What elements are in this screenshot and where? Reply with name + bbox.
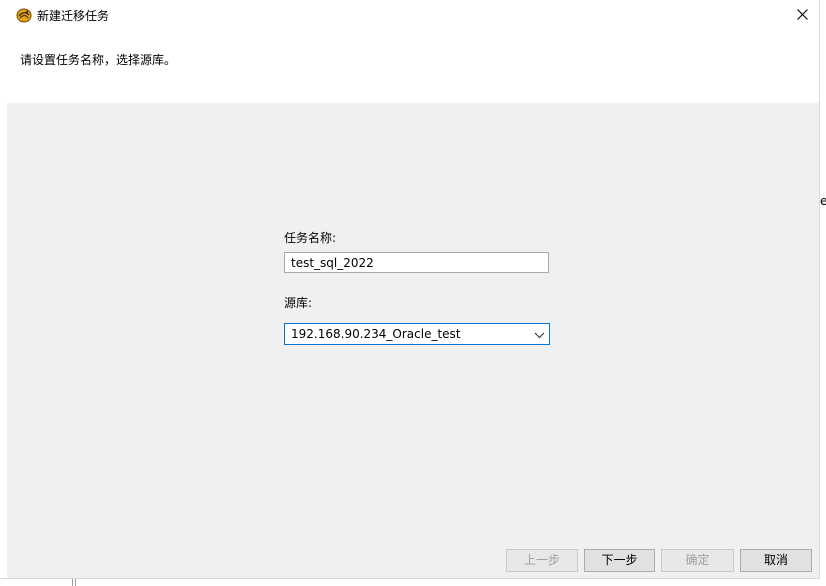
task-name-label: 任务名称:: [284, 231, 337, 245]
next-step-button[interactable]: 下一步: [584, 549, 655, 572]
title-bar[interactable]: 新建迁移任务: [0, 0, 819, 32]
source-db-label: 源库:: [284, 296, 313, 310]
close-icon: [797, 8, 808, 23]
instruction-text: 请设置任务名称，选择源库。: [20, 53, 177, 67]
prev-step-button[interactable]: 上一步: [506, 549, 578, 572]
ok-button[interactable]: 确定: [661, 549, 734, 572]
background-window-text: eS: [820, 194, 826, 208]
chevron-down-icon[interactable]: [534, 329, 545, 339]
task-name-input[interactable]: [284, 252, 549, 273]
dialog-header: 新建迁移任务 请设置任务名称，选择源库。: [0, 0, 819, 103]
close-button[interactable]: [786, 0, 819, 31]
new-migration-task-dialog: 新建迁移任务 请设置任务名称，选择源库。 任务名称: 源库: 192.168.9…: [0, 0, 820, 579]
source-db-select[interactable]: 192.168.90.234_Oracle_test: [284, 323, 550, 345]
app-logo-icon: [16, 7, 32, 23]
background-window-edge: [72, 579, 76, 586]
dialog-left-margin: [0, 103, 7, 578]
dialog-title: 新建迁移任务: [37, 9, 110, 23]
cancel-button[interactable]: 取消: [740, 549, 812, 572]
source-db-selected-value: 192.168.90.234_Oracle_test: [291, 327, 461, 341]
